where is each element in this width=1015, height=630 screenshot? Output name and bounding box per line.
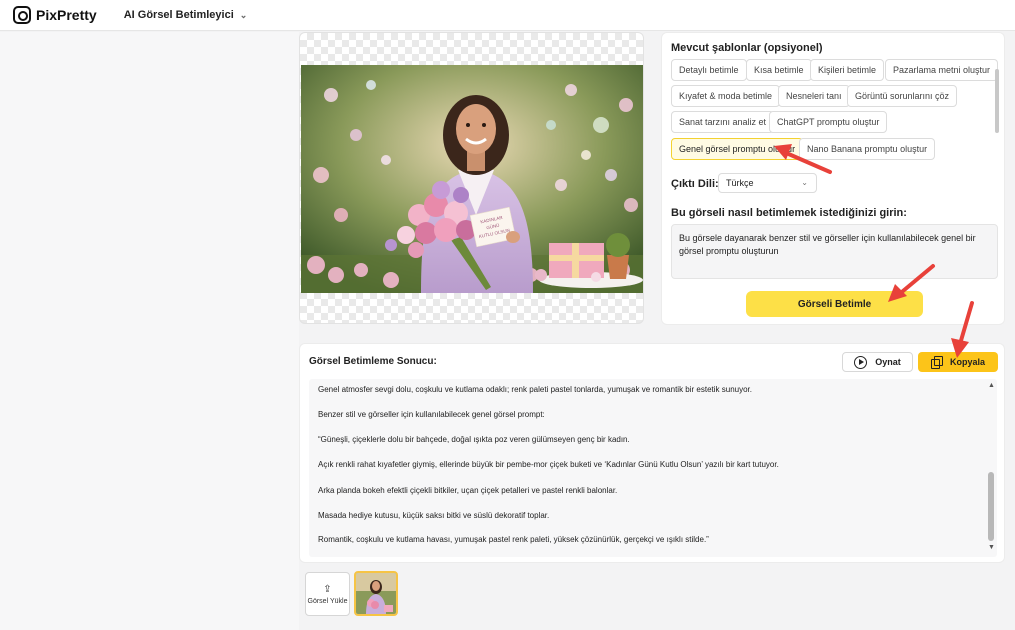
template-chip-fashion[interactable]: Kıyafet & moda betimle	[671, 85, 781, 107]
result-line: Arka planda bokeh efektli çiçekli bitkil…	[318, 486, 618, 495]
logo-icon	[13, 6, 31, 24]
result-line: Genel atmosfer sevgi dolu, coşkulu ve ku…	[318, 385, 752, 394]
upload-icon: ⇪	[323, 583, 332, 595]
templates-panel: Mevcut şablonlar (opsiyonel) Detaylı bet…	[661, 32, 1005, 325]
result-scrollbar[interactable]: ▲ ▼	[988, 382, 995, 552]
annotation-arrow-icon	[951, 301, 974, 358]
prompt-textarea[interactable]: Bu görsele dayanarak benzer stil ve görs…	[671, 224, 998, 279]
image-thumbnail[interactable]	[354, 571, 398, 616]
template-chip-short[interactable]: Kısa betimle	[746, 59, 812, 81]
uploaded-photo: KADINLAR GÜNÜ KUTLU OLSUN	[301, 65, 643, 293]
left-sidebar-area	[0, 32, 299, 630]
result-line: Romantik, coşkulu ve kutlama havası, yum…	[318, 535, 709, 544]
template-chip-people[interactable]: Kişileri betimle	[810, 59, 885, 81]
result-line: Açık renkli rahat kıyafetler giymiş, ell…	[318, 460, 779, 469]
chevron-down-icon: ⌄	[801, 178, 808, 187]
copy-icon	[930, 355, 943, 369]
template-chip-chatgpt-prompt[interactable]: ChatGPT promptu oluştur	[769, 111, 888, 133]
top-bar: PixPretty AI Görsel Betimleyici ⌄	[0, 0, 1015, 31]
result-line: Masada hediye kutusu, küçük saksı bitki …	[318, 511, 550, 520]
annotation-arrow-icon	[774, 144, 832, 174]
scroll-thumb[interactable]	[988, 472, 994, 541]
scroll-up-icon[interactable]: ▲	[988, 382, 995, 389]
templates-scrollbar[interactable]	[995, 69, 999, 169]
output-language-label: Çıktı Dili:	[671, 178, 719, 190]
result-title: Görsel Betimleme Sonucu:	[309, 356, 437, 367]
result-panel: Görsel Betimleme Sonucu: Oynat Kopyala G…	[299, 343, 1005, 563]
app-switcher[interactable]: AI Görsel Betimleyici ⌄	[124, 9, 248, 21]
upload-image-button[interactable]: ⇪ Görsel Yükle	[305, 572, 350, 616]
template-chip-image-issues[interactable]: Görüntü sorunlarını çöz	[847, 85, 958, 107]
app-name: AI Görsel Betimleyici	[123, 9, 234, 21]
template-chip-art-style[interactable]: Sanat tarzını analiz et	[671, 111, 775, 133]
scroll-down-icon[interactable]: ▼	[988, 544, 995, 551]
logo-text: PixPretty	[36, 7, 97, 23]
logo[interactable]: PixPretty	[13, 6, 97, 24]
result-line: “Güneşli, çiçeklerle dolu bir bahçede, d…	[318, 435, 630, 444]
image-preview-panel: KADINLAR GÜNÜ KUTLU OLSUN	[299, 32, 644, 324]
chevron-down-icon: ⌄	[239, 9, 248, 20]
result-line: Benzer stil ve görseller için kullanılab…	[318, 410, 545, 419]
prompt-label: Bu görseli nasıl betimlemek istediğinizi…	[671, 207, 907, 219]
templates-title: Mevcut şablonlar (opsiyonel)	[671, 42, 823, 54]
play-label: Oynat	[875, 357, 901, 367]
template-chip-marketing[interactable]: Pazarlama metni oluştur	[885, 59, 999, 81]
thumbnail-photo	[356, 573, 396, 614]
upload-label: Görsel Yükle	[307, 597, 348, 605]
output-language-value: Türkçe	[726, 178, 754, 188]
play-button[interactable]: Oynat	[842, 352, 913, 372]
template-chip-detailed[interactable]: Detaylı betimle	[671, 59, 747, 81]
template-chip-objects[interactable]: Nesneleri tanı	[778, 85, 850, 107]
result-text-area[interactable]: Genel atmosfer sevgi dolu, coşkulu ve ku…	[309, 379, 997, 557]
annotation-arrow-icon	[888, 264, 935, 302]
output-language-select[interactable]: Türkçe ⌄	[718, 173, 817, 193]
play-icon	[854, 355, 868, 369]
